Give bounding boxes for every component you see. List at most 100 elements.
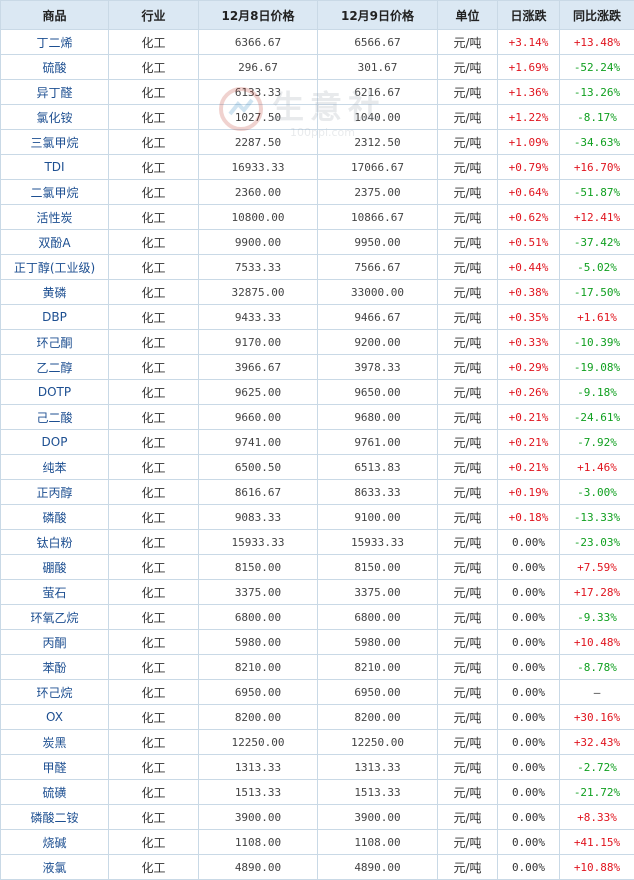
table-row: 正丙醇 化工 8616.67 8633.33 元/吨 +0.19% -3.00% bbox=[0, 479, 634, 505]
cell-price-dec8: 296.67 bbox=[198, 54, 318, 80]
cell-price-dec9: 8210.00 bbox=[317, 654, 438, 680]
cell-product[interactable]: TDI bbox=[0, 154, 109, 180]
cell-product[interactable]: 二氯甲烷 bbox=[0, 179, 109, 205]
cell-unit: 元/吨 bbox=[437, 329, 498, 355]
table-row: 纯苯 化工 6500.50 6513.83 元/吨 +0.21% +1.46% bbox=[0, 454, 634, 480]
cell-product[interactable]: 萤石 bbox=[0, 579, 109, 605]
cell-price-dec9: 6950.00 bbox=[317, 679, 438, 705]
cell-daily-change: 0.00% bbox=[497, 779, 560, 805]
cell-product[interactable]: 乙二醇 bbox=[0, 354, 109, 380]
cell-price-dec9: 6216.67 bbox=[317, 79, 438, 105]
cell-unit: 元/吨 bbox=[437, 279, 498, 305]
cell-product[interactable]: 硫酸 bbox=[0, 54, 109, 80]
cell-yoy-change: +10.48% bbox=[559, 629, 634, 655]
cell-product[interactable]: DOTP bbox=[0, 379, 109, 405]
cell-unit: 元/吨 bbox=[437, 429, 498, 455]
cell-product[interactable]: 环己烷 bbox=[0, 679, 109, 705]
cell-product[interactable]: 钛白粉 bbox=[0, 529, 109, 555]
cell-product[interactable]: 正丁醇(工业级) bbox=[0, 254, 109, 280]
table-row: 正丁醇(工业级) 化工 7533.33 7566.67 元/吨 +0.44% -5.02% bbox=[0, 254, 634, 280]
cell-industry: 化工 bbox=[108, 279, 199, 305]
cell-price-dec9: 3900.00 bbox=[317, 804, 438, 830]
cell-industry: 化工 bbox=[108, 554, 199, 580]
table-body: 丁二烯 化工 6366.67 6566.67 元/吨 +3.14% +13.48% 硫酸 化工 2… bbox=[0, 29, 634, 880]
table-row: 双酚A 化工 9900.00 9950.00 元/吨 +0.51% -37.42% bbox=[0, 229, 634, 255]
cell-price-dec9: 9100.00 bbox=[317, 504, 438, 530]
cell-industry: 化工 bbox=[108, 204, 199, 230]
cell-daily-change: 0.00% bbox=[497, 529, 560, 555]
cell-industry: 化工 bbox=[108, 704, 199, 730]
cell-product[interactable]: 双酚A bbox=[0, 229, 109, 255]
cell-product[interactable]: 硼酸 bbox=[0, 554, 109, 580]
cell-daily-change: +0.29% bbox=[497, 354, 560, 380]
cell-product[interactable]: 丁二烯 bbox=[0, 29, 109, 55]
table-row: 磷酸二铵 化工 3900.00 3900.00 元/吨 0.00% +8.33% bbox=[0, 804, 634, 830]
cell-product[interactable]: 黄磷 bbox=[0, 279, 109, 305]
cell-product[interactable]: 硫磺 bbox=[0, 779, 109, 805]
cell-product[interactable]: 纯苯 bbox=[0, 454, 109, 480]
cell-yoy-change: -23.03% bbox=[559, 529, 634, 555]
cell-product[interactable]: 磷酸 bbox=[0, 504, 109, 530]
cell-yoy-change: +1.46% bbox=[559, 454, 634, 480]
cell-price-dec9: 2312.50 bbox=[317, 129, 438, 155]
cell-industry: 化工 bbox=[108, 454, 199, 480]
cell-price-dec9: 1108.00 bbox=[317, 829, 438, 855]
cell-unit: 元/吨 bbox=[437, 404, 498, 430]
cell-product[interactable]: 环己酮 bbox=[0, 329, 109, 355]
cell-product[interactable]: 苯酚 bbox=[0, 654, 109, 680]
cell-product[interactable]: DBP bbox=[0, 304, 109, 330]
cell-price-dec8: 9170.00 bbox=[198, 329, 318, 355]
table-row: 黄磷 化工 32875.00 33000.00 元/吨 +0.38% -17.50% bbox=[0, 279, 634, 305]
cell-yoy-change: +30.16% bbox=[559, 704, 634, 730]
cell-unit: 元/吨 bbox=[437, 579, 498, 605]
cell-yoy-change: +17.28% bbox=[559, 579, 634, 605]
cell-price-dec9: 9950.00 bbox=[317, 229, 438, 255]
cell-product[interactable]: OX bbox=[0, 704, 109, 730]
cell-daily-change: +0.64% bbox=[497, 179, 560, 205]
table-row: 丙酮 化工 5980.00 5980.00 元/吨 0.00% +10.48% bbox=[0, 629, 634, 655]
cell-product[interactable]: 甲醛 bbox=[0, 754, 109, 780]
cell-product[interactable]: 活性炭 bbox=[0, 204, 109, 230]
cell-daily-change: +0.21% bbox=[497, 404, 560, 430]
cell-price-dec9: 1313.33 bbox=[317, 754, 438, 780]
cell-industry: 化工 bbox=[108, 479, 199, 505]
cell-product[interactable]: 炭黑 bbox=[0, 729, 109, 755]
cell-product[interactable]: 环氧乙烷 bbox=[0, 604, 109, 630]
cell-price-dec9: 9680.00 bbox=[317, 404, 438, 430]
cell-unit: 元/吨 bbox=[437, 804, 498, 830]
cell-industry: 化工 bbox=[108, 129, 199, 155]
cell-industry: 化工 bbox=[108, 504, 199, 530]
cell-product[interactable]: 丙酮 bbox=[0, 629, 109, 655]
cell-yoy-change: -34.63% bbox=[559, 129, 634, 155]
cell-product[interactable]: 正丙醇 bbox=[0, 479, 109, 505]
cell-unit: 元/吨 bbox=[437, 754, 498, 780]
cell-daily-change: +0.62% bbox=[497, 204, 560, 230]
cell-price-dec8: 9433.33 bbox=[198, 304, 318, 330]
cell-product[interactable]: 异丁醛 bbox=[0, 79, 109, 105]
cell-price-dec8: 5980.00 bbox=[198, 629, 318, 655]
cell-product[interactable]: 磷酸二铵 bbox=[0, 804, 109, 830]
table-row: 硼酸 化工 8150.00 8150.00 元/吨 0.00% +7.59% bbox=[0, 554, 634, 580]
cell-daily-change: 0.00% bbox=[497, 704, 560, 730]
table-row: DBP 化工 9433.33 9466.67 元/吨 +0.35% +1.61% bbox=[0, 304, 634, 330]
cell-price-dec9: 9200.00 bbox=[317, 329, 438, 355]
table-row: 三氯甲烷 化工 2287.50 2312.50 元/吨 +1.09% -34.63% bbox=[0, 129, 634, 155]
cell-product[interactable]: 烧碱 bbox=[0, 829, 109, 855]
cell-product[interactable]: 己二酸 bbox=[0, 404, 109, 430]
cell-price-dec9: 1040.00 bbox=[317, 104, 438, 130]
cell-product[interactable]: 三氯甲烷 bbox=[0, 129, 109, 155]
cell-yoy-change: +12.41% bbox=[559, 204, 634, 230]
cell-daily-change: +0.21% bbox=[497, 454, 560, 480]
cell-yoy-change: -2.72% bbox=[559, 754, 634, 780]
cell-price-dec8: 9900.00 bbox=[198, 229, 318, 255]
cell-product[interactable]: 液氯 bbox=[0, 854, 109, 880]
cell-unit: 元/吨 bbox=[437, 854, 498, 880]
cell-product[interactable]: DOP bbox=[0, 429, 109, 455]
header-yoy-change: 同比涨跌 bbox=[559, 0, 634, 30]
table-row: DOTP 化工 9625.00 9650.00 元/吨 +0.26% -9.18% bbox=[0, 379, 634, 405]
cell-price-dec8: 8150.00 bbox=[198, 554, 318, 580]
cell-unit: 元/吨 bbox=[437, 704, 498, 730]
cell-product[interactable]: 氯化铵 bbox=[0, 104, 109, 130]
cell-price-dec9: 9761.00 bbox=[317, 429, 438, 455]
cell-industry: 化工 bbox=[108, 579, 199, 605]
